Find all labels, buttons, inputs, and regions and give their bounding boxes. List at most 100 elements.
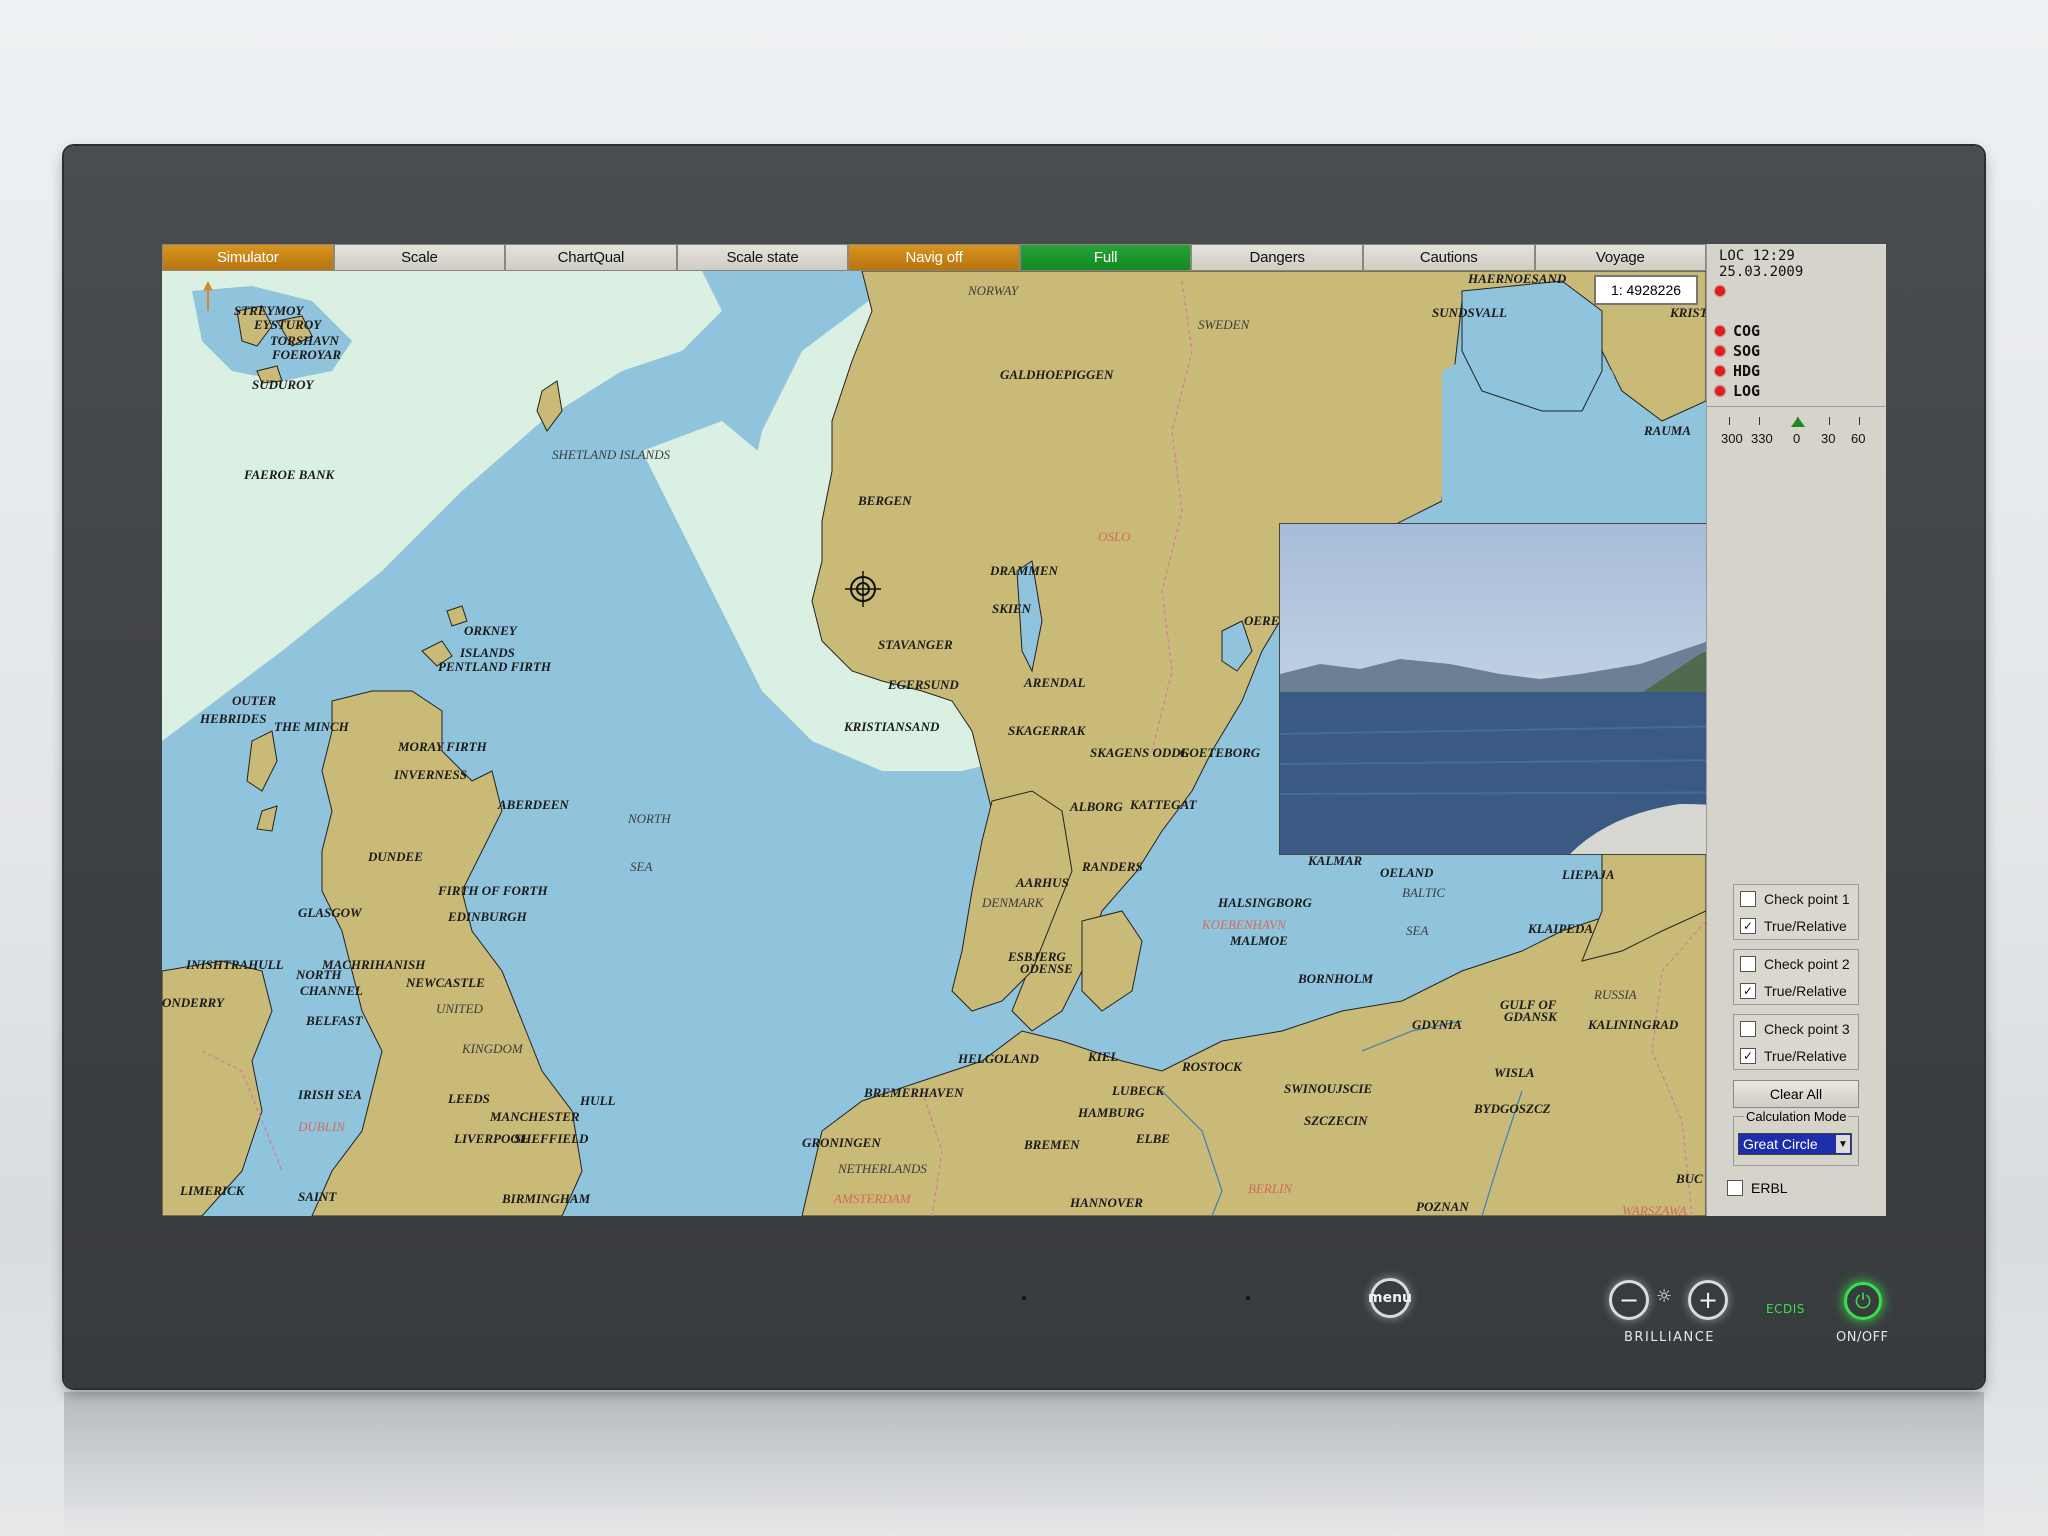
right-status-panel: LOC 12:29 25.03.2009 COG SOG HDG LOG 300… xyxy=(1706,244,1886,1216)
place-label: SWEDEN xyxy=(1198,317,1250,332)
brilliance-plus-button[interactable]: + xyxy=(1688,1280,1728,1320)
place-label: UNITED xyxy=(436,1001,483,1016)
place-label: BIRMINGHAM xyxy=(502,1191,591,1206)
place-label: KRISTIANSAND xyxy=(844,719,940,734)
ruler-label: 300 xyxy=(1721,431,1743,446)
place-label: SHETLAND ISLANDS xyxy=(552,447,671,462)
place-label: SEA xyxy=(630,859,653,874)
cautions-button[interactable]: Cautions xyxy=(1362,244,1535,271)
calculation-mode-legend: Calculation Mode xyxy=(1744,1109,1849,1124)
own-ship-icon[interactable] xyxy=(845,571,881,607)
hdg-status-icon xyxy=(1715,366,1725,376)
sensor-label: HDG xyxy=(1733,362,1761,380)
calculation-mode-value: Great Circle xyxy=(1743,1136,1818,1152)
place-label: BERLIN xyxy=(1248,1181,1293,1196)
chart-scale-readout: 1: 4928226 xyxy=(1594,275,1698,305)
simulator-button[interactable]: Simulator xyxy=(162,244,334,271)
sensor-dot xyxy=(1246,1296,1250,1300)
place-label: THE MINCH xyxy=(274,719,349,734)
power-button[interactable]: ⏻ xyxy=(1844,1282,1882,1320)
sensor-label: COG xyxy=(1733,322,1761,340)
scale-button[interactable]: Scale xyxy=(333,244,506,271)
true-relative-1-toggle[interactable]: ✓ True/Relative xyxy=(1734,912,1858,939)
true-relative-2-toggle[interactable]: ✓ True/Relative xyxy=(1734,977,1858,1004)
place-label: STAVANGER xyxy=(878,637,953,652)
sensor-dot xyxy=(1022,1296,1026,1300)
checkbox-checked[interactable]: ✓ xyxy=(1740,1047,1756,1064)
chartqual-button[interactable]: ChartQual xyxy=(505,244,677,271)
place-label: HEBRIDES xyxy=(200,711,267,726)
menu-button[interactable]: menu xyxy=(1368,1278,1412,1318)
place-label: NEWCASTLE xyxy=(406,975,485,990)
place-label: WARSZAWA xyxy=(1622,1203,1687,1216)
scale-state-button[interactable]: Scale state xyxy=(676,244,849,271)
place-label: ODENSE xyxy=(1020,961,1073,976)
place-label: ELBE xyxy=(1136,1131,1170,1146)
place-label: GOETEBORG xyxy=(1180,745,1261,760)
log-status-icon xyxy=(1715,386,1725,396)
calculation-mode-select[interactable]: Great Circle ▼ xyxy=(1738,1133,1852,1155)
ruler-label: 0 xyxy=(1793,431,1801,446)
place-label: BYDGOSZCZ xyxy=(1474,1101,1551,1116)
check-point-3-toggle[interactable]: Check point 3 xyxy=(1734,1015,1858,1042)
place-label: RANDERS xyxy=(1082,859,1143,874)
true-relative-3-toggle[interactable]: ✓ True/Relative xyxy=(1734,1042,1858,1069)
checkbox-checked[interactable]: ✓ xyxy=(1740,917,1756,934)
ecdis-label: ECDIS xyxy=(1766,1302,1805,1316)
sensor-label: SOG xyxy=(1733,342,1761,360)
dangers-button[interactable]: Dangers xyxy=(1191,244,1363,271)
place-label: MORAY FIRTH xyxy=(398,739,487,754)
check-point-1-toggle[interactable]: Check point 1 xyxy=(1734,885,1858,912)
checkpoint-label: Check point 1 xyxy=(1764,890,1850,907)
true-relative-label: True/Relative xyxy=(1764,917,1847,934)
clear-all-button[interactable]: Clear All xyxy=(1733,1080,1859,1108)
place-label: GLASGOW xyxy=(298,905,362,920)
place-label: WISLA xyxy=(1494,1065,1535,1080)
place-label: HULL xyxy=(580,1093,616,1108)
place-label: IRISH SEA xyxy=(298,1087,362,1102)
brilliance-label: BRILLIANCE xyxy=(1624,1330,1716,1345)
place-label: KATTEGAT xyxy=(1130,797,1197,812)
place-label: SHEFFIELD xyxy=(514,1131,589,1146)
calculation-mode-group: Calculation Mode Great Circle ▼ xyxy=(1733,1109,1859,1166)
nautical-chart[interactable]: 1: 4928226 NORWAY SWEDEN GALDHOEPIGGEN S… xyxy=(162,271,1706,1216)
place-label: NORWAY xyxy=(968,283,1019,298)
sog-status-icon xyxy=(1715,346,1725,356)
true-relative-label: True/Relative xyxy=(1764,982,1847,999)
place-label: BUC xyxy=(1676,1171,1703,1186)
place-label: KRISTINES xyxy=(1670,305,1706,320)
checkbox[interactable] xyxy=(1740,955,1756,972)
place-label: BELFAST xyxy=(306,1013,363,1028)
place-label: GDANSK xyxy=(1504,1009,1557,1024)
place-label: MALMOE xyxy=(1230,933,1288,948)
place-label: AMSTERDAM xyxy=(834,1191,911,1206)
dropdown-arrow-icon[interactable]: ▼ xyxy=(1836,1135,1850,1153)
place-label: HELGOLAND xyxy=(958,1051,1039,1066)
checkbox-checked[interactable]: ✓ xyxy=(1740,982,1756,999)
checkbox[interactable] xyxy=(1727,1180,1743,1196)
checkbox[interactable] xyxy=(1740,1020,1756,1037)
checkbox[interactable] xyxy=(1740,890,1756,907)
local-time-readout: LOC 12:29 25.03.2009 xyxy=(1719,248,1804,280)
onoff-label: ON/OFF xyxy=(1836,1330,1889,1345)
place-label: DUNDEE xyxy=(368,849,423,864)
cog-status-icon xyxy=(1715,326,1725,336)
place-label: NORTH xyxy=(296,967,342,982)
voyage-button[interactable]: Voyage xyxy=(1534,244,1707,271)
navig-off-button[interactable]: Navig off xyxy=(848,244,1020,271)
place-label: DUBLIN xyxy=(298,1119,345,1134)
alarm-indicator-icon xyxy=(1715,286,1725,296)
place-label: BALTIC xyxy=(1402,885,1446,900)
place-label: SKAGERRAK xyxy=(1008,723,1086,738)
place-label: SKAGENS ODDE xyxy=(1090,745,1190,760)
place-label: DRAMMEN xyxy=(990,563,1058,578)
place-label: GDYNIA xyxy=(1412,1017,1462,1032)
check-point-2-toggle[interactable]: Check point 2 xyxy=(1734,950,1858,977)
place-label: BERGEN xyxy=(858,493,912,508)
erbl-toggle[interactable]: ERBL xyxy=(1727,1180,1788,1196)
brilliance-minus-button[interactable]: − xyxy=(1609,1280,1649,1320)
checkpoint-group-3: Check point 3 ✓ True/Relative xyxy=(1733,1014,1859,1070)
place-label: GRONINGEN xyxy=(802,1135,881,1150)
place-label: KALMAR xyxy=(1308,853,1363,868)
full-button[interactable]: Full xyxy=(1019,244,1192,271)
